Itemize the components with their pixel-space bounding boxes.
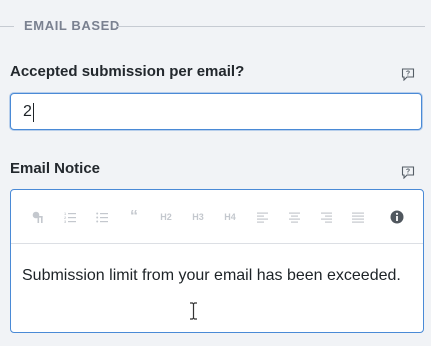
editor-toolbar: 1 2 3 “ H2 H3 H4 bbox=[11, 190, 423, 244]
section-title: EMAIL BASED bbox=[24, 18, 120, 33]
accepted-submission-input[interactable]: 2 bbox=[10, 93, 422, 130]
text-cursor-icon bbox=[189, 302, 198, 320]
heading-2-button[interactable]: H2 bbox=[155, 207, 177, 227]
svg-text:3: 3 bbox=[64, 219, 67, 223]
help-icon[interactable]: ? bbox=[401, 166, 415, 180]
email-notice-label: Email Notice bbox=[10, 160, 101, 177]
section-header: EMAIL BASED bbox=[0, 16, 431, 36]
help-icon[interactable]: ? bbox=[401, 68, 415, 82]
align-right-icon[interactable] bbox=[315, 207, 337, 227]
quote-icon[interactable]: “ bbox=[123, 207, 145, 227]
svg-text:?: ? bbox=[406, 169, 410, 176]
accepted-submission-value: 2 bbox=[23, 103, 32, 120]
ordered-list-icon[interactable]: 1 2 3 bbox=[59, 207, 81, 227]
info-icon[interactable] bbox=[386, 207, 408, 227]
align-justify-icon[interactable] bbox=[347, 207, 369, 227]
heading-3-button[interactable]: H3 bbox=[187, 207, 209, 227]
divider-right bbox=[117, 26, 425, 27]
heading-4-button[interactable]: H4 bbox=[219, 207, 241, 227]
align-center-icon[interactable] bbox=[283, 207, 305, 227]
email-notice-editor[interactable]: 1 2 3 “ H2 H3 H4 Submission limit from y… bbox=[10, 189, 424, 333]
text-caret bbox=[33, 103, 34, 122]
divider-left bbox=[0, 26, 14, 27]
accepted-submission-label: Accepted submission per email? bbox=[10, 63, 245, 80]
email-notice-content[interactable]: Submission limit from your email has bee… bbox=[22, 264, 402, 288]
paragraph-icon[interactable] bbox=[27, 207, 49, 227]
svg-text:?: ? bbox=[406, 71, 410, 78]
align-left-icon[interactable] bbox=[251, 207, 273, 227]
unordered-list-icon[interactable] bbox=[91, 207, 113, 227]
